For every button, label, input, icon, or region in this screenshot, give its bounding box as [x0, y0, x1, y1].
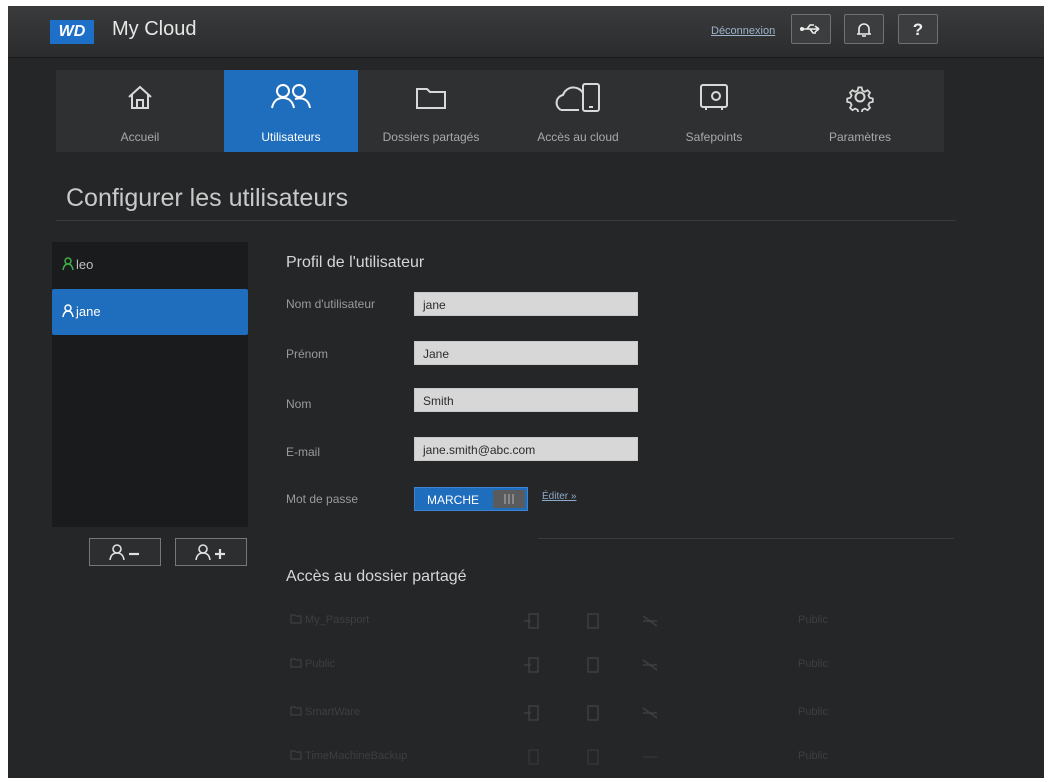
nav-safepoints[interactable]: Safepoints — [652, 70, 776, 152]
folder-icon — [290, 614, 302, 624]
cloud-device-icon — [555, 83, 600, 112]
app-title: My Cloud — [112, 18, 197, 40]
wd-logo: WD — [50, 20, 94, 44]
user-item-leo[interactable]: leo — [52, 242, 248, 288]
usb-button[interactable] — [791, 14, 831, 44]
no-access-icon[interactable] — [640, 656, 660, 674]
nav-shares-label: Dossiers partagés — [382, 130, 480, 144]
gear-icon — [846, 86, 874, 112]
full-access-icon[interactable] — [522, 748, 542, 766]
nav-settings-label: Paramètres — [828, 130, 892, 144]
divider — [538, 538, 954, 539]
folder-icon — [416, 88, 446, 109]
folder-icon — [290, 750, 302, 760]
read-only-icon[interactable] — [586, 612, 600, 630]
usb-icon — [800, 24, 820, 34]
no-access-icon[interactable] — [640, 704, 660, 722]
nav-home[interactable]: Accueil — [56, 70, 224, 152]
share-row: My_Passport Public — [290, 612, 850, 632]
share-status: Public — [798, 614, 828, 626]
nav-users[interactable]: Utilisateurs — [224, 70, 358, 152]
full-access-icon[interactable] — [522, 612, 542, 630]
share-row: TimeMachineBackup Public — [290, 748, 850, 768]
main-nav: Accueil Utilisateurs Dossiers partagés A… — [56, 70, 944, 152]
user-list: leo jane — [52, 242, 248, 527]
username-field[interactable]: jane — [414, 292, 638, 316]
folder-icon — [290, 658, 302, 668]
password-toggle[interactable]: MARCHE — [414, 487, 528, 511]
user-icon — [62, 257, 74, 271]
firstname-label: Prénom — [286, 347, 329, 361]
read-only-icon[interactable] — [586, 704, 600, 722]
add-user-icon — [195, 544, 225, 561]
remove-user-icon — [109, 544, 139, 561]
bell-icon — [857, 23, 871, 37]
alerts-button[interactable] — [844, 14, 884, 44]
password-label: Mot de passe — [286, 492, 359, 506]
share-row: Public Public — [290, 656, 850, 676]
username-label: Nom d'utilisateur — [286, 297, 375, 311]
logout-link[interactable]: Déconnexion — [711, 25, 775, 37]
full-access-icon[interactable] — [522, 704, 542, 722]
share-row: SmartWare Public — [290, 704, 850, 724]
users-icon — [271, 84, 311, 109]
nav-shares[interactable]: Dossiers partagés — [358, 70, 504, 152]
share-name: Public — [305, 658, 335, 670]
lastname-field[interactable]: Smith — [414, 388, 638, 412]
full-access-icon[interactable] — [522, 656, 542, 674]
nav-cloud-label: Accès au cloud — [537, 130, 619, 144]
share-name: My_Passport — [305, 614, 370, 626]
share-status: Public — [798, 706, 828, 718]
user-name: jane — [76, 304, 101, 319]
safe-icon — [700, 84, 728, 110]
no-access-icon[interactable] — [640, 748, 660, 766]
help-button[interactable]: ? — [898, 14, 938, 44]
page-title: Configurer les utilisateurs — [66, 184, 349, 212]
remove-user-button[interactable] — [89, 538, 161, 566]
nav-safepoints-label: Safepoints — [685, 130, 743, 144]
nav-home-label: Accueil — [120, 130, 160, 144]
nav-cloud-access[interactable]: Accès au cloud — [504, 70, 652, 152]
user-icon — [62, 304, 74, 318]
profile-title: Profil de l'utilisateur — [286, 254, 425, 271]
app-window: WD My Cloud Déconnexion ? Accueil Utilis… — [8, 6, 1044, 778]
password-toggle-label: MARCHE — [427, 493, 480, 507]
user-name: leo — [76, 257, 94, 272]
folder-icon — [290, 706, 302, 716]
share-status: Public — [798, 658, 828, 670]
header-bar: WD My Cloud Déconnexion ? — [8, 6, 1044, 58]
add-user-button[interactable] — [175, 538, 247, 566]
lastname-label: Nom — [286, 397, 312, 411]
read-only-icon[interactable] — [586, 748, 600, 766]
firstname-field[interactable]: Jane — [414, 341, 638, 365]
user-item-jane[interactable]: jane — [52, 289, 248, 335]
read-only-icon[interactable] — [586, 656, 600, 674]
toggle-knob — [493, 490, 525, 508]
shares-title: Accès au dossier partagé — [286, 568, 467, 585]
share-name: SmartWare — [305, 706, 361, 718]
divider — [56, 220, 956, 221]
email-label: E-mail — [286, 445, 321, 459]
home-icon — [128, 85, 152, 109]
help-icon: ? — [912, 20, 924, 39]
nav-users-label: Utilisateurs — [261, 130, 321, 144]
share-name: TimeMachineBackup — [305, 750, 408, 762]
edit-password-link[interactable]: Éditer » — [542, 491, 576, 502]
email-field[interactable]: jane.smith@abc.com — [414, 437, 638, 461]
nav-settings[interactable]: Paramètres — [776, 70, 944, 152]
no-access-icon[interactable] — [640, 612, 660, 630]
share-status: Public — [798, 750, 828, 762]
